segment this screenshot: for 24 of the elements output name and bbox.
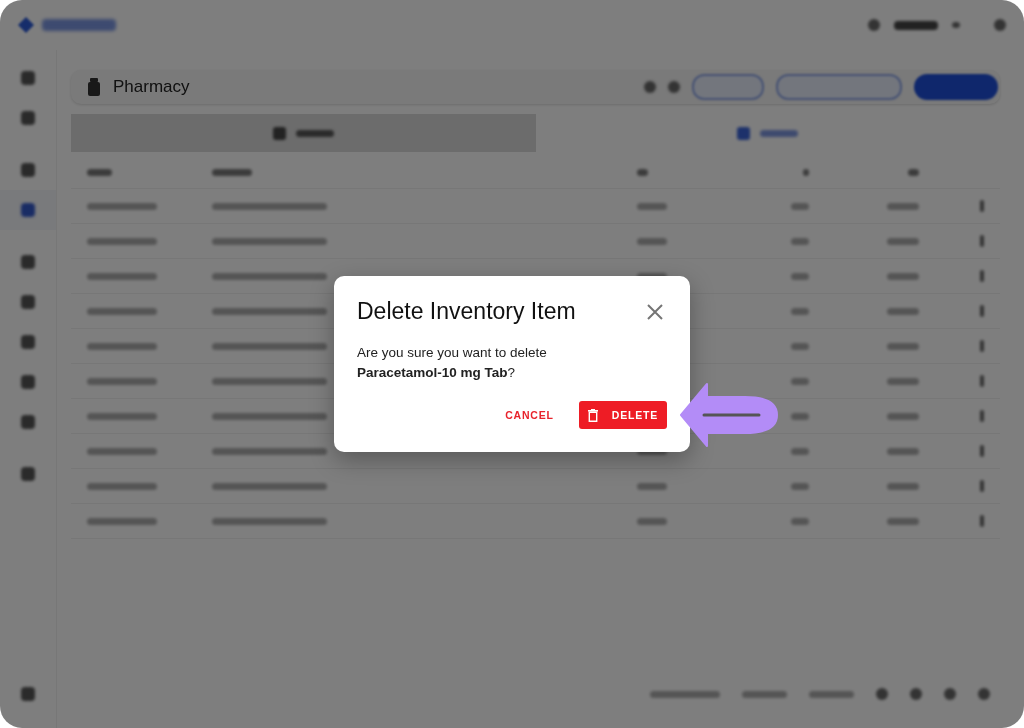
tab[interactable]: [71, 114, 536, 152]
trash-icon: [587, 408, 598, 422]
delete-button[interactable]: DELETE: [578, 401, 667, 429]
cancel-button[interactable]: CANCEL: [496, 401, 563, 429]
blurred-column-header[interactable]: [637, 168, 648, 176]
bottle-icon: [87, 78, 101, 96]
blurred-pager-text: [650, 690, 720, 698]
blurred-column-header[interactable]: [907, 168, 919, 176]
pager-button[interactable]: [876, 688, 888, 700]
pager-button[interactable]: [910, 688, 922, 700]
logo-icon: [18, 17, 34, 33]
blurred-column-header[interactable]: [212, 168, 253, 176]
sidebar-item[interactable]: [0, 190, 56, 230]
blurred-column-header[interactable]: [802, 168, 809, 176]
dialog-message: Are you sure you want to delete Paracetamol-10 mg Tab?: [357, 344, 548, 382]
pager-button[interactable]: [978, 688, 990, 700]
blurred-language-select[interactable]: [894, 20, 938, 30]
blurred-column-header[interactable]: [87, 168, 112, 176]
blurred-add-button[interactable]: [914, 74, 998, 100]
dialog-title: Delete Inventory Item: [357, 298, 576, 325]
blurred-rows-select[interactable]: [742, 690, 787, 698]
blurred-pager-text: [809, 690, 854, 698]
page-title: Pharmacy: [113, 77, 190, 97]
pager-button[interactable]: [944, 688, 956, 700]
